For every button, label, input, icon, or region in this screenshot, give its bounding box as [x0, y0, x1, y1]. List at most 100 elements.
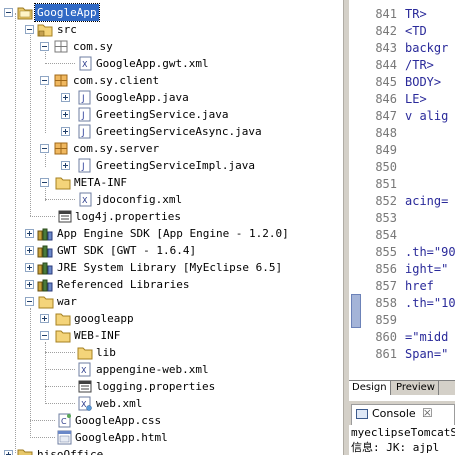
- tree-item-label: GreetingServiceAsync.java: [96, 125, 262, 138]
- tree-guide-line: [30, 216, 55, 217]
- code-text-area[interactable]: TR> <TD backgr/TR> BODY> LE> v alig acing= .t…: [401, 0, 455, 380]
- css-file-icon: C: [58, 413, 71, 428]
- tree-item-label: Referenced Libraries: [57, 278, 190, 291]
- console-view-bar: Console ☒: [349, 401, 455, 425]
- project-icon: [17, 449, 33, 455]
- code-line: LE>: [405, 92, 427, 106]
- expand-toggle[interactable]: [25, 229, 34, 238]
- java-file-icon: J: [78, 107, 91, 122]
- console-tab-label: Console: [372, 407, 416, 420]
- line-number: 847: [375, 109, 397, 123]
- tree-guide-line: [45, 199, 75, 200]
- expand-toggle[interactable]: [25, 280, 34, 289]
- tree-guide-line: [45, 386, 75, 387]
- code-line: /TR>: [405, 58, 434, 72]
- line-number: 851: [375, 177, 397, 191]
- code-line: href: [405, 279, 434, 293]
- folder-icon: [77, 347, 93, 360]
- tree-item-label: App Engine SDK [App Engine - 1.2.0]: [57, 227, 289, 240]
- code-line: TR>: [405, 7, 427, 21]
- line-number: 860: [375, 330, 397, 344]
- tree-item-label: META-INF: [74, 176, 127, 189]
- tree-item-label: jdoconfig.xml: [96, 193, 183, 206]
- java-file-icon: J: [78, 90, 91, 105]
- tree-item-label: GreetingServiceImpl.java: [96, 159, 255, 172]
- close-icon[interactable]: ☒: [422, 406, 433, 420]
- folder-icon: [55, 330, 71, 343]
- line-number: 848: [375, 126, 397, 140]
- code-line: Span=": [405, 347, 449, 361]
- collapse-toggle[interactable]: [40, 178, 49, 187]
- line-number: 843: [375, 41, 397, 55]
- expand-toggle[interactable]: [40, 314, 49, 323]
- library-icon: [37, 262, 53, 275]
- folder-icon: [55, 177, 71, 190]
- tree-guide-line: [45, 352, 75, 353]
- collapse-toggle[interactable]: [25, 297, 34, 306]
- xml-file-icon: X: [78, 396, 92, 411]
- html-file-icon: [57, 430, 72, 445]
- tree-item-label: GWT SDK [GWT - 1.6.4]: [57, 244, 197, 257]
- console-output[interactable]: myeclipseTomcatSer 信息: JK: ajpl: [349, 425, 455, 455]
- folder-icon: [38, 296, 54, 309]
- tree-guide-line: [45, 63, 75, 64]
- expand-toggle[interactable]: [4, 450, 13, 455]
- tab-console[interactable]: Console ☒: [351, 404, 455, 425]
- change-marker: [351, 294, 361, 328]
- tree-item-label: hisoOffice: [37, 448, 104, 455]
- tree-item-label: appengine-web.xml: [96, 363, 209, 376]
- svg-text:X: X: [81, 400, 87, 409]
- tab-preview[interactable]: Preview: [393, 381, 439, 395]
- code-editor[interactable]: 841 842 843 844 845 846 847 848 849 850 851 852 853 8…: [349, 0, 455, 380]
- tree-item-label: GoogleApp: [34, 3, 100, 22]
- tree-item-label: com.sy.client: [73, 74, 160, 87]
- tree-item-label: logging.properties: [96, 380, 216, 393]
- tab-design[interactable]: Design: [349, 381, 391, 395]
- code-line: BODY>: [405, 75, 442, 89]
- code-line: <TD: [405, 24, 427, 38]
- properties-file-icon: [78, 380, 92, 393]
- tree-guide-line: [30, 308, 31, 438]
- source-folder-icon: [37, 24, 53, 37]
- tree-item-label: com.sy: [73, 40, 113, 53]
- svg-text:X: X: [82, 60, 88, 69]
- line-number: 844: [375, 58, 397, 72]
- tree-item-label: src: [57, 23, 77, 36]
- expand-toggle[interactable]: [61, 127, 70, 136]
- collapse-toggle[interactable]: [40, 42, 49, 51]
- console-line: 信息: JK: ajpl: [351, 441, 440, 454]
- package-explorer-tree: GoogleApp src com.sy X GoogleApp.gwt.xml: [0, 0, 343, 455]
- expand-toggle[interactable]: [61, 110, 70, 119]
- collapse-toggle[interactable]: [40, 331, 49, 340]
- collapse-toggle[interactable]: [4, 8, 13, 17]
- line-number-ruler: 841 842 843 844 845 846 847 848 849 850 851 852 853 8…: [362, 0, 401, 380]
- tree-item-label: GoogleApp.java: [96, 91, 189, 104]
- xml-file-icon: X: [79, 56, 92, 71]
- line-number: 846: [375, 92, 397, 106]
- code-line: ="midd: [405, 330, 449, 344]
- tree-item-label: googleapp: [74, 312, 134, 325]
- tree-guide-line: [30, 437, 55, 438]
- tree-guide-line: [15, 13, 16, 453]
- svg-text:J: J: [81, 94, 85, 104]
- line-number: 859: [375, 313, 397, 327]
- tree-item-label: war: [57, 295, 77, 308]
- expand-toggle[interactable]: [25, 263, 34, 272]
- code-line: .th="90: [405, 245, 455, 259]
- expand-toggle[interactable]: [25, 246, 34, 255]
- collapse-toggle[interactable]: [40, 76, 49, 85]
- line-number: 845: [375, 75, 397, 89]
- editor-annotation-gutter: [349, 0, 362, 380]
- tree-item-label: GoogleApp.css: [75, 414, 162, 427]
- expand-toggle[interactable]: [61, 161, 70, 170]
- collapse-toggle[interactable]: [25, 25, 34, 34]
- line-number: 849: [375, 143, 397, 157]
- xml-file-icon: X: [79, 192, 92, 207]
- collapse-toggle[interactable]: [40, 144, 49, 153]
- svg-text:J: J: [81, 111, 85, 121]
- tree-guide-line: [45, 81, 46, 133]
- expand-toggle[interactable]: [61, 93, 70, 102]
- code-line: v alig: [405, 109, 449, 123]
- line-number: 841: [375, 7, 397, 21]
- code-line: .th="10: [405, 296, 455, 310]
